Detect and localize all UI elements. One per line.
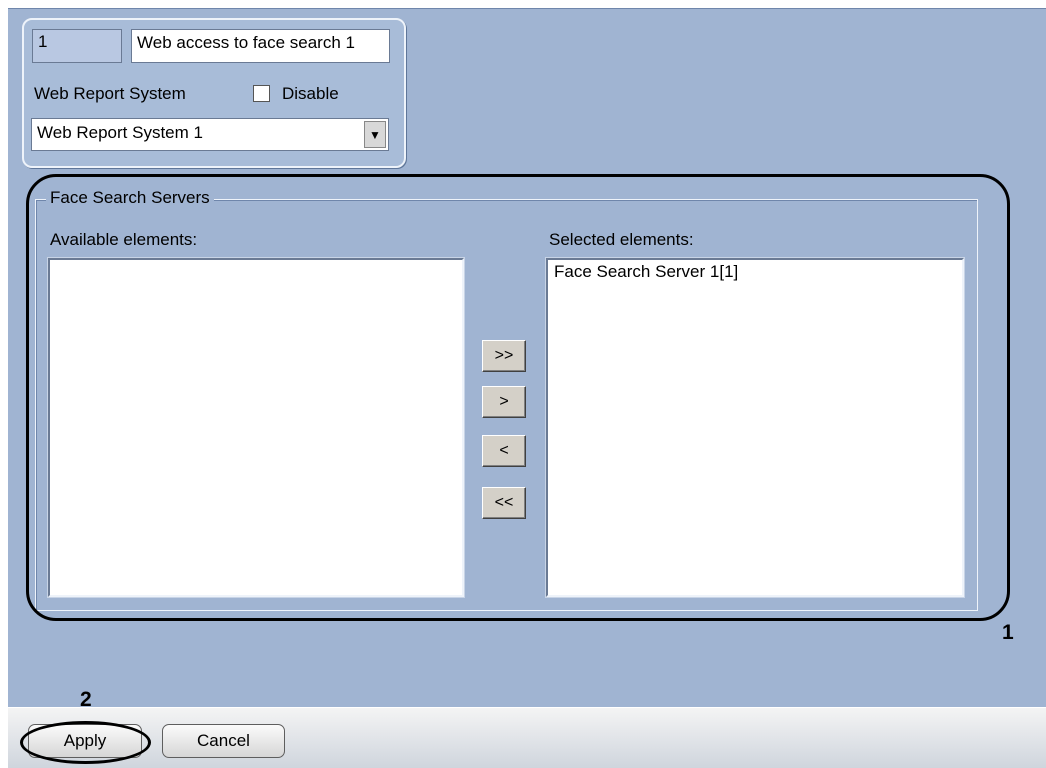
disable-checkbox[interactable] [253,85,270,102]
disable-label: Disable [282,84,339,103]
callout-1-number: 1 [1002,621,1014,644]
callout-1-highlight [26,174,1010,621]
object-name-field[interactable]: Web access to face search 1 [131,29,390,63]
callout-2-highlight [20,721,151,764]
dropdown-arrow-icon[interactable]: ▼ [364,121,386,148]
web-report-system-select[interactable]: Web Report System 1 ▼ [31,118,389,151]
object-id-field[interactable]: 1 [32,29,122,63]
cancel-button[interactable]: Cancel [162,724,285,758]
selected-system-value: Web Report System 1 [37,123,203,142]
callout-2-number: 2 [80,688,92,711]
web-report-system-label: Web Report System [34,84,186,103]
